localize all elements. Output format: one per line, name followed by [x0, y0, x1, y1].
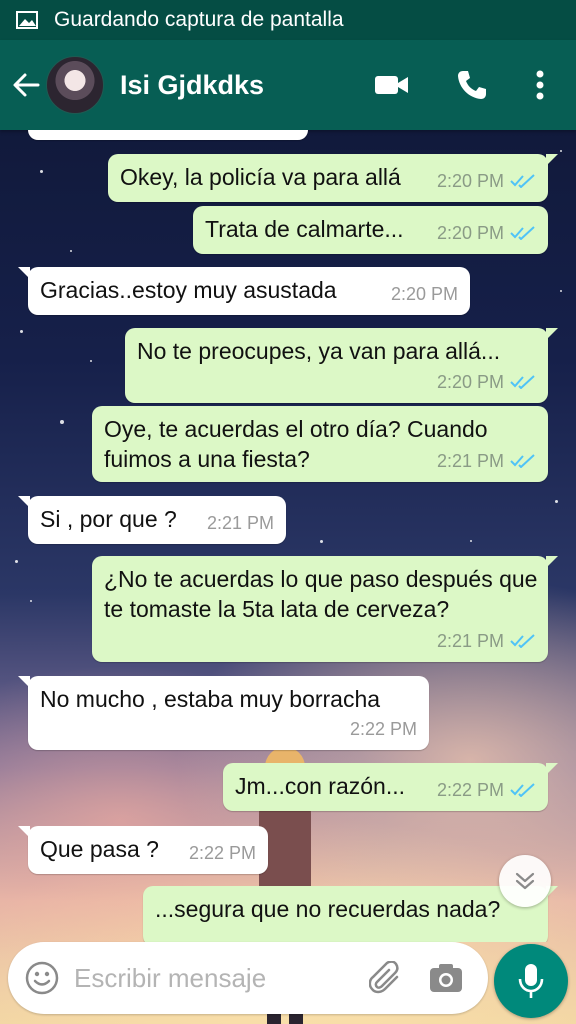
back-arrow-icon — [13, 73, 40, 97]
message-bubble-outgoing[interactable]: ¿No te acuerdas lo que paso después que … — [92, 556, 558, 662]
contact-avatar[interactable] — [46, 56, 104, 114]
message-bubble-incoming[interactable]: Gracias..estoy muy asustada 2:20 PM — [18, 267, 470, 315]
message-bubble-outgoing[interactable]: Okey, la policía va para allá 2:20 PM — [108, 154, 558, 202]
message-time: 2:21 PM — [206, 513, 274, 533]
message-meta: 2:21 PM — [437, 446, 536, 476]
chat-header: Isi Gjdkdks — [0, 40, 576, 130]
message-time: 2:21 PM — [436, 451, 504, 471]
message-meta: 2:22 PM — [189, 838, 256, 868]
message-meta: 2:21 PM — [437, 626, 536, 656]
message-time: 2:20 PM — [436, 372, 504, 392]
message-time: 2:20 PM — [390, 284, 458, 304]
message-bubble-incoming[interactable]: Que pasa ? 2:22 PM — [18, 826, 268, 874]
message-text: Jm...con razón... — [235, 773, 406, 799]
video-call-button[interactable] — [364, 57, 420, 113]
message-meta: 2:20 PM — [437, 367, 536, 397]
message-text: ¿No te acuerdas lo que paso después que … — [104, 566, 538, 622]
back-button[interactable] — [12, 71, 40, 99]
compose-bar — [8, 942, 488, 1014]
camera-icon — [430, 964, 462, 992]
message-text: No mucho , estaba muy borracha — [40, 686, 381, 712]
message-time: 2:20 PM — [436, 171, 504, 191]
status-bar: Guardando captura de pantalla — [0, 0, 576, 40]
microphone-icon — [518, 964, 544, 998]
read-receipt-icon — [510, 454, 535, 468]
message-time: 2:22 PM — [436, 780, 504, 800]
message-time: 2:21 PM — [436, 631, 504, 651]
message-input[interactable] — [72, 961, 356, 995]
message-meta: 2:20 PM — [437, 166, 536, 196]
message-bubble-outgoing[interactable]: Trata de calmarte... 2:20 PM — [193, 206, 548, 254]
message-bubble-outgoing[interactable]: ...segura que no recuerdas nada? — [143, 886, 558, 942]
read-receipt-icon — [510, 226, 535, 240]
read-receipt-icon — [510, 375, 535, 389]
message-time: 2:20 PM — [436, 223, 504, 243]
camera-button[interactable] — [416, 948, 476, 1008]
message-time: 2:22 PM — [188, 843, 256, 863]
read-receipt-icon — [510, 174, 535, 188]
double-chevron-down-icon — [515, 872, 535, 890]
status-text: Guardando captura de pantalla — [54, 8, 344, 31]
contact-name[interactable]: Isi Gjdkdks — [120, 70, 364, 101]
message-text: Trata de calmarte... — [205, 216, 404, 242]
message-list[interactable]: Okey, la policía va para allá 2:20 PM Tr… — [0, 130, 576, 942]
more-vert-icon — [536, 70, 544, 100]
read-receipt-icon — [510, 634, 535, 648]
message-bubble-partial[interactable] — [28, 130, 308, 140]
scroll-to-bottom-button[interactable] — [499, 855, 551, 907]
message-bubble-incoming[interactable]: No mucho , estaba muy borracha 2:22 PM — [18, 676, 429, 750]
video-call-icon — [375, 76, 408, 94]
read-receipt-icon — [510, 783, 535, 797]
message-meta: 2:20 PM — [391, 279, 458, 309]
message-meta: 2:22 PM — [350, 714, 417, 744]
message-meta: 2:22 PM — [437, 775, 536, 805]
message-meta: 2:20 PM — [437, 218, 536, 248]
message-bubble-outgoing[interactable]: Jm...con razón... 2:22 PM — [223, 763, 558, 811]
image-icon — [16, 11, 38, 29]
message-text: Gracias..estoy muy asustada — [40, 277, 337, 303]
message-bubble-incoming[interactable]: Si , por que ? 2:21 PM — [18, 496, 286, 544]
message-text: Que pasa ? — [40, 836, 159, 862]
emoji-icon — [25, 961, 59, 995]
message-text: Okey, la policía va para allá — [120, 164, 401, 190]
message-bubble-outgoing[interactable]: No te preocupes, ya van para allá... 2:2… — [125, 328, 558, 403]
attach-button[interactable] — [356, 948, 416, 1008]
phone-icon — [458, 71, 486, 99]
message-bubble-outgoing[interactable]: Oye, te acuerdas el otro día? Cuando fui… — [92, 406, 548, 482]
paperclip-icon — [369, 961, 399, 994]
message-time: 2:22 PM — [349, 719, 417, 739]
message-text: ...segura que no recuerdas nada? — [155, 896, 501, 922]
voice-call-button[interactable] — [444, 57, 500, 113]
more-options-button[interactable] — [512, 57, 568, 113]
message-text: Si , por que ? — [40, 506, 177, 532]
message-meta: 2:21 PM — [207, 508, 274, 538]
message-text: No te preocupes, ya van para allá... — [137, 338, 501, 364]
emoji-button[interactable] — [12, 948, 72, 1008]
voice-message-button[interactable] — [494, 944, 568, 1018]
